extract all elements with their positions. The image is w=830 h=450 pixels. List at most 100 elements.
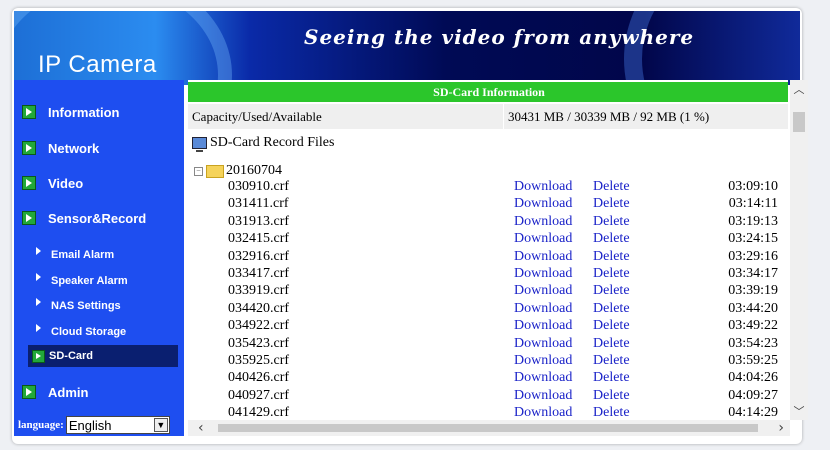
- file-name: 031913.crf: [228, 213, 290, 229]
- delete-link[interactable]: Delete: [593, 353, 630, 369]
- triangle-icon: [36, 273, 41, 281]
- scroll-right-icon[interactable]: ›: [778, 420, 784, 436]
- table-row: 033417.crf Download Delete 03:34:17: [188, 266, 788, 283]
- delete-link[interactable]: Delete: [593, 301, 630, 317]
- table-row: 034922.crf Download Delete 03:49:22: [188, 318, 788, 335]
- folder-label: 20160704: [226, 163, 282, 178]
- table-row: 033919.crf Download Delete 03:39:19: [188, 283, 788, 300]
- table-row: 040927.crf Download Delete 04:09:27: [188, 388, 788, 405]
- capacity-value: 30431 MB / 30339 MB / 92 MB (1 %): [508, 109, 710, 124]
- green-arrow-square-icon: [22, 385, 36, 399]
- nav-sensor-record[interactable]: Sensor&Record: [14, 206, 184, 230]
- sub-speaker-alarm[interactable]: Speaker Alarm: [30, 271, 168, 291]
- sub-cloud-storage[interactable]: Cloud Storage: [30, 322, 168, 342]
- download-link[interactable]: Download: [514, 405, 572, 421]
- nav-video[interactable]: Video: [14, 171, 184, 195]
- vertical-scrollbar[interactable]: ︿ ﹀: [790, 80, 808, 420]
- file-time: 03:59:25: [728, 353, 778, 368]
- scroll-thumb-h[interactable]: [218, 424, 758, 432]
- nav-network-label: Network: [48, 140, 100, 156]
- sub-sd-card-label: SD-Card: [49, 350, 94, 362]
- file-name: 035925.crf: [228, 353, 290, 368]
- file-time: 03:44:20: [728, 300, 778, 316]
- scroll-down-icon[interactable]: ﹀: [790, 402, 808, 420]
- file-time: 04:09:27: [728, 387, 778, 403]
- file-name: 034922.crf: [228, 318, 290, 334]
- collapse-icon[interactable]: −: [194, 166, 203, 176]
- download-link[interactable]: Download: [514, 266, 572, 282]
- download-link[interactable]: Download: [514, 196, 572, 212]
- download-link[interactable]: Download: [514, 370, 572, 386]
- table-row: 035925.crf Download Delete 03:59:25: [188, 353, 788, 370]
- language-select[interactable]: English ▼: [65, 416, 170, 434]
- download-link[interactable]: Download: [514, 231, 572, 247]
- download-link[interactable]: Download: [514, 318, 572, 334]
- download-link[interactable]: Download: [514, 388, 572, 404]
- delete-link[interactable]: Delete: [593, 388, 630, 404]
- delete-link[interactable]: Delete: [593, 370, 630, 386]
- table-row: 035423.crf Download Delete 03:54:23: [188, 336, 788, 353]
- delete-link[interactable]: Delete: [593, 231, 630, 247]
- file-name: 040426.crf: [228, 370, 290, 386]
- nav-network[interactable]: Network: [14, 136, 184, 160]
- chevron-down-icon[interactable]: ▼: [153, 418, 168, 432]
- table-row: 030910.crf Download Delete 03:09:10: [188, 179, 788, 196]
- delete-link[interactable]: Delete: [593, 249, 630, 265]
- delete-link[interactable]: Delete: [593, 283, 630, 299]
- sub-sd-card[interactable]: SD-Card: [28, 345, 178, 367]
- file-time: 03:34:17: [728, 266, 778, 281]
- computer-icon: [192, 137, 207, 152]
- sub-nas-settings-label: NAS Settings: [51, 300, 121, 312]
- sub-nas-settings[interactable]: NAS Settings: [30, 296, 168, 316]
- horizontal-scrollbar[interactable]: ‹ ›: [188, 420, 790, 436]
- green-arrow-square-icon: [22, 105, 36, 119]
- table-row: 032916.crf Download Delete 03:29:16: [188, 249, 788, 266]
- delete-link[interactable]: Delete: [593, 336, 630, 352]
- record-files-label: SD-Card Record Files: [210, 135, 335, 150]
- download-link[interactable]: Download: [514, 214, 572, 230]
- scroll-thumb[interactable]: [793, 112, 805, 132]
- sub-email-alarm[interactable]: Email Alarm: [30, 245, 168, 265]
- download-link[interactable]: Download: [514, 353, 572, 369]
- column-divider: [503, 104, 504, 129]
- download-link[interactable]: Download: [514, 249, 572, 265]
- delete-link[interactable]: Delete: [593, 196, 630, 212]
- nav-information-label: Information: [48, 104, 120, 120]
- triangle-icon: [36, 247, 41, 255]
- sub-cloud-storage-label: Cloud Storage: [51, 326, 127, 338]
- delete-link[interactable]: Delete: [593, 214, 630, 230]
- file-time: 03:19:13: [728, 213, 778, 229]
- delete-link[interactable]: Delete: [593, 266, 630, 282]
- folder-node[interactable]: − 20160704: [194, 163, 282, 179]
- language-value: English: [68, 417, 112, 433]
- file-name: 032916.crf: [228, 248, 290, 264]
- download-link[interactable]: Download: [514, 179, 572, 195]
- table-row: 040426.crf Download Delete 04:04:26: [188, 370, 788, 387]
- record-files-title: SD-Card Record Files: [192, 135, 335, 152]
- capacity-label: Capacity/Used/Available: [192, 109, 322, 124]
- scroll-left-icon[interactable]: ‹: [198, 420, 204, 436]
- file-name: 035423.crf: [228, 335, 290, 351]
- section-header: SD-Card Information: [188, 82, 788, 102]
- download-link[interactable]: Download: [514, 336, 572, 352]
- table-row: 034420.crf Download Delete 03:44:20: [188, 301, 788, 318]
- file-time: 04:04:26: [728, 370, 778, 386]
- file-time: 03:54:23: [728, 335, 778, 351]
- nav-video-label: Video: [48, 175, 84, 191]
- nav-information[interactable]: Information: [14, 100, 184, 124]
- sub-speaker-alarm-label: Speaker Alarm: [51, 275, 128, 287]
- main-content: SD-Card Information Capacity/Used/Availa…: [188, 80, 788, 436]
- table-row: 031913.crf Download Delete 03:19:13: [188, 214, 788, 231]
- download-link[interactable]: Download: [514, 283, 572, 299]
- delete-link[interactable]: Delete: [593, 318, 630, 334]
- file-time: 03:24:15: [728, 231, 778, 247]
- capacity-row: Capacity/Used/Available 30431 MB / 30339…: [188, 104, 788, 129]
- banner-slogan: Seeing the video from anywhere: [304, 25, 695, 49]
- delete-link[interactable]: Delete: [593, 179, 630, 195]
- scroll-up-icon[interactable]: ︿: [790, 80, 808, 98]
- nav-admin[interactable]: Admin: [14, 380, 184, 404]
- delete-link[interactable]: Delete: [593, 405, 630, 421]
- triangle-icon: [36, 298, 41, 306]
- table-row: 031411.crf Download Delete 03:14:11: [188, 196, 788, 213]
- download-link[interactable]: Download: [514, 301, 572, 317]
